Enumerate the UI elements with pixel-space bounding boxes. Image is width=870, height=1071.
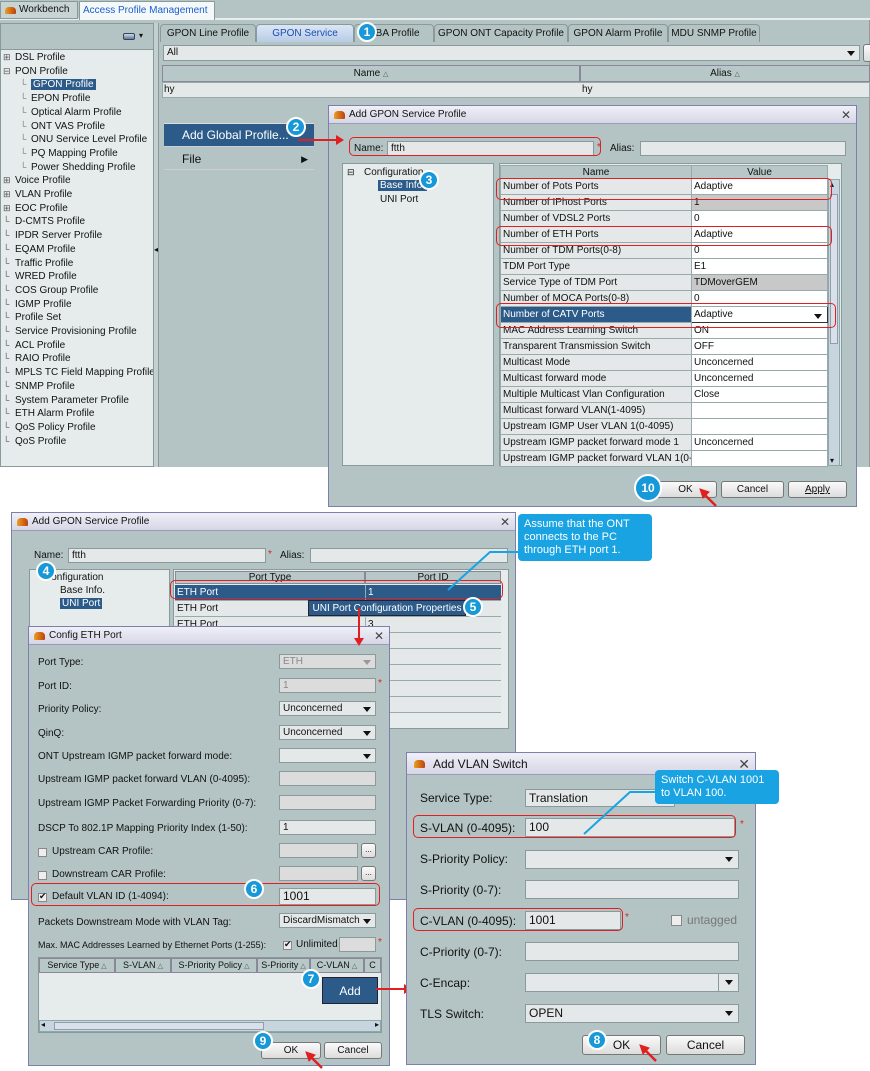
pointer-ok-8 [639,1044,657,1062]
pointer-ok-10 [699,488,717,507]
pointer-ok-9 [305,1051,323,1069]
pointer-arrows [305,488,717,1069]
